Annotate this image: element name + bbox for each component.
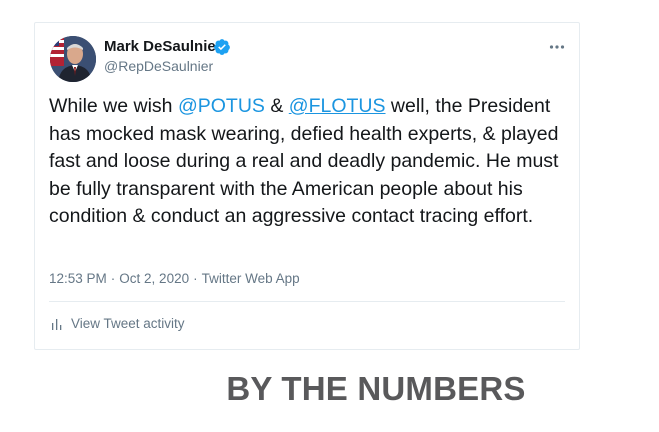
more-options-icon[interactable] bbox=[549, 39, 565, 55]
tweet-time[interactable]: 12:53 PM bbox=[49, 271, 107, 286]
tweet-source[interactable]: Twitter Web App bbox=[202, 271, 300, 286]
divider bbox=[49, 301, 565, 302]
tweet-date[interactable]: Oct 2, 2020 bbox=[119, 271, 189, 286]
author-handle[interactable]: @RepDeSaulnier bbox=[104, 57, 213, 75]
bar-chart-icon bbox=[52, 319, 62, 330]
section-heading: BY THE NUMBERS bbox=[226, 370, 526, 407]
avatar[interactable] bbox=[50, 36, 96, 82]
avatar-image bbox=[50, 36, 96, 82]
view-activity-label: View Tweet activity bbox=[71, 316, 185, 331]
tweet-text-part: While we wish bbox=[49, 95, 178, 117]
meta-separator: · bbox=[193, 271, 198, 286]
tweet-text: While we wish @POTUS & @FLOTUS well, the… bbox=[49, 93, 567, 231]
view-activity-link[interactable]: View Tweet activity bbox=[51, 315, 185, 333]
mention-potus[interactable]: @POTUS bbox=[178, 95, 265, 117]
mention-flotus[interactable]: @FLOTUS bbox=[289, 95, 386, 117]
tweet-text-part: & bbox=[264, 95, 289, 117]
author-name[interactable]: Mark DeSaulnier bbox=[104, 38, 222, 56]
tweet-card: Mark DeSaulnier @RepDeSaulnier While we … bbox=[34, 22, 580, 350]
verified-badge-icon bbox=[214, 39, 230, 55]
tweet-meta: 12:53 PM · Oct 2, 2020 · Twitter Web App bbox=[49, 270, 304, 288]
meta-separator: · bbox=[110, 271, 116, 286]
